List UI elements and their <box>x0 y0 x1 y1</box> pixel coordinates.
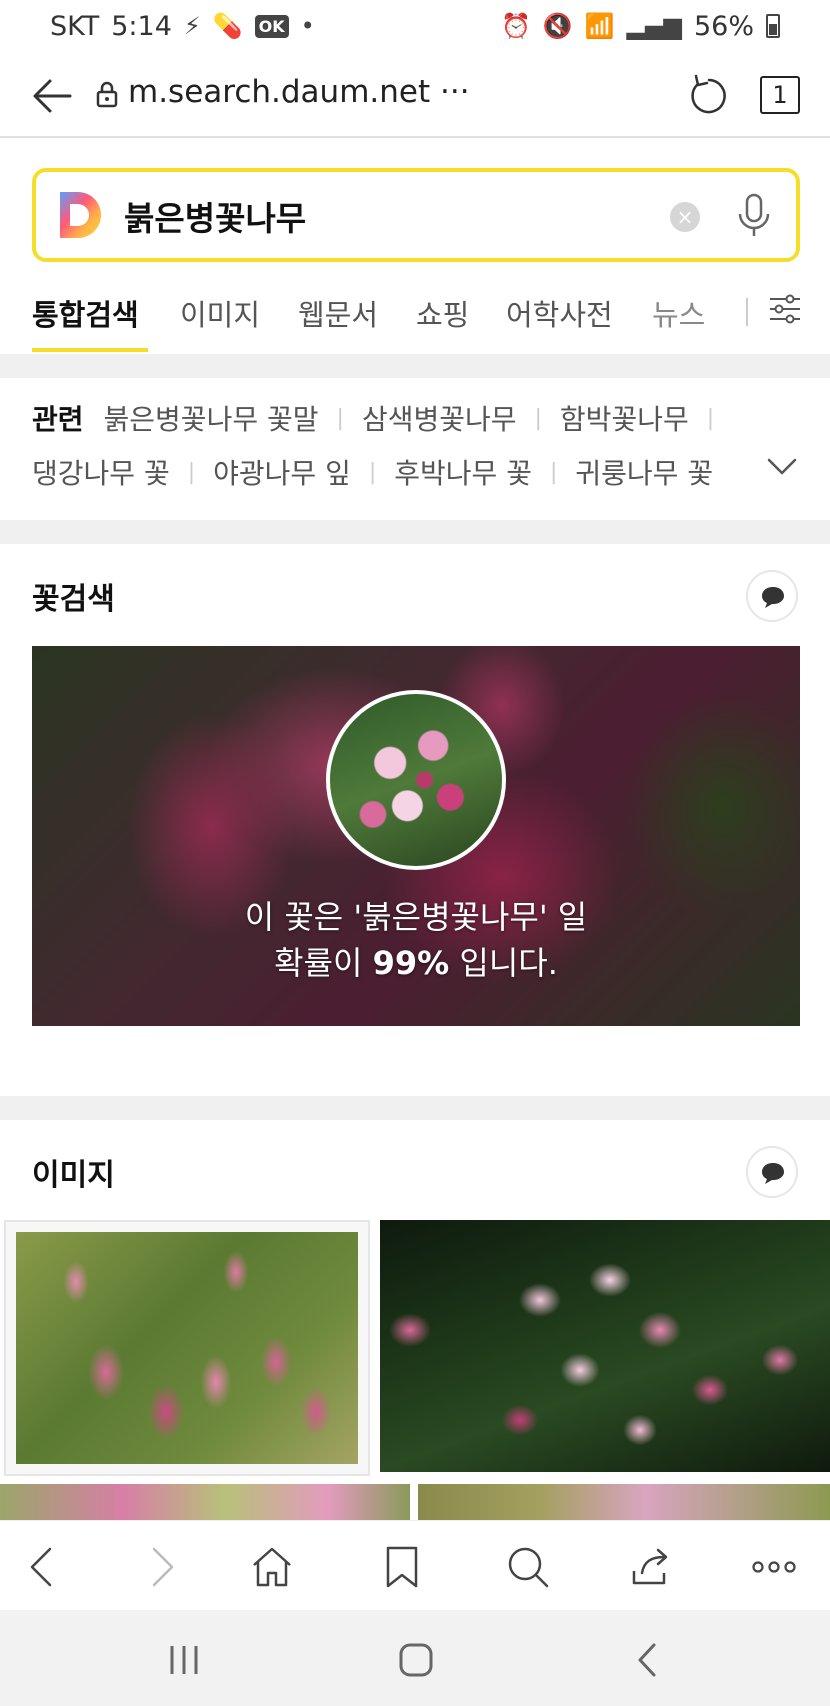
result-probability: 99% <box>372 944 450 982</box>
separator: | <box>336 405 344 431</box>
search-icon[interactable] <box>504 1543 552 1591</box>
result-suffix: 입니다. <box>449 944 558 982</box>
daum-logo-icon <box>60 192 101 238</box>
flower-result-line2: 확률이 99% 입니다. <box>32 938 800 984</box>
battery-percent: 56% <box>693 10 754 42</box>
alarm-icon: ⏰ <box>500 12 531 40</box>
lock-icon <box>96 81 118 108</box>
section-title: 이미지 <box>32 1158 115 1193</box>
related-link[interactable]: 귀룽나무 꽃 <box>575 452 713 492</box>
related-link[interactable]: 후박나무 꽃 <box>394 452 532 492</box>
home-button-icon[interactable] <box>396 1640 436 1680</box>
tab-count-button[interactable]: 1 <box>760 76 800 114</box>
feedback-button[interactable] <box>746 1146 798 1198</box>
section-title: 꽃검색 <box>32 582 115 617</box>
tab-all[interactable]: 통합검색 <box>32 292 139 334</box>
tab-dictionary[interactable]: 어학사전 <box>506 292 613 334</box>
bookmark-icon[interactable] <box>378 1543 426 1591</box>
clock: 5:14 <box>111 10 172 42</box>
related-row-1: 관련 붉은병꽃나무 꽃말 | 삼색병꽃나무 | 함박꽃나무 | <box>32 398 732 438</box>
separator: | <box>534 405 542 431</box>
related-link[interactable]: 야광나무 잎 <box>213 452 351 492</box>
mute-icon: 🔇 <box>542 12 573 40</box>
tab-web-docs[interactable]: 웹문서 <box>298 292 378 334</box>
recent-apps-icon[interactable] <box>164 1640 204 1680</box>
related-link[interactable]: 삼색병꽃나무 <box>362 398 517 438</box>
tab-shopping[interactable]: 쇼핑 <box>416 292 469 334</box>
related-link[interactable]: 붉은병꽃나무 꽃말 <box>104 398 319 438</box>
related-row-2: 댕강나무 꽃 | 야광나무 잎 | 후박나무 꽃 | 귀룽나무 꽃 <box>32 452 744 492</box>
speech-bubble-icon <box>762 1163 784 1184</box>
related-link[interactable]: 댕강나무 꽃 <box>32 452 170 492</box>
carrier-label: SKT <box>50 10 100 42</box>
reload-icon[interactable] <box>688 70 730 116</box>
flower-result-line1: 이 꽃은 '붉은병꽃나무' 일 <box>244 898 588 936</box>
ok-notification-icon: OK <box>254 14 289 38</box>
system-back-icon[interactable] <box>628 1640 668 1680</box>
related-link[interactable]: 함박꽃나무 <box>560 398 689 438</box>
image-result-thumbnail[interactable] <box>418 1484 830 1520</box>
signal-icon: ▂▄▆ <box>626 12 682 40</box>
search-box[interactable]: 붉은병꽃나무 × <box>32 168 800 262</box>
filter-settings-icon[interactable] <box>768 292 802 326</box>
tab-divider <box>746 298 748 326</box>
images-section: 이미지 <box>0 1120 830 1220</box>
related-searches: 관련 붉은병꽃나무 꽃말 | 삼색병꽃나무 | 함박꽃나무 | 댕강나무 꽃 |… <box>0 378 830 520</box>
bolt-notification-icon: ⚡ <box>183 12 201 40</box>
clear-search-button[interactable]: × <box>670 202 700 232</box>
flower-thumbnail <box>326 690 506 870</box>
result-prefix: 확률이 <box>274 944 373 982</box>
wifi-icon: 📶 <box>584 12 615 40</box>
pill-notification-icon: 💊 <box>212 12 243 40</box>
section-gap <box>0 354 830 378</box>
forward-icon[interactable] <box>136 1543 184 1591</box>
chevron-down-icon[interactable] <box>766 454 798 478</box>
browser-url-bar: m.search.daum.net ··· 1 <box>0 52 830 138</box>
dot-icon: • <box>300 12 315 40</box>
share-icon[interactable] <box>628 1543 676 1591</box>
battery-icon <box>766 14 780 38</box>
image-result-thumbnail[interactable] <box>0 1484 410 1520</box>
related-label: 관련 <box>32 403 84 436</box>
section-gap <box>0 520 830 544</box>
active-tab-indicator <box>32 348 148 352</box>
section-gap <box>0 1096 830 1120</box>
system-navigation-bar <box>0 1610 830 1706</box>
status-bar: SKT 5:14 ⚡ 💊 OK • ⏰ 🔇 📶 ▂▄▆ 56% <box>0 0 830 52</box>
separator: | <box>706 405 715 431</box>
home-icon[interactable] <box>248 1543 296 1591</box>
microphone-icon[interactable] <box>736 192 772 240</box>
image-result-thumbnail[interactable] <box>380 1220 830 1472</box>
speech-bubble-icon <box>762 587 784 608</box>
back-arrow-icon[interactable] <box>30 74 74 118</box>
search-input[interactable]: 붉은병꽃나무 <box>124 192 306 240</box>
separator: | <box>368 459 377 485</box>
more-options-icon[interactable] <box>750 1543 798 1591</box>
url-text[interactable]: m.search.daum.net ··· <box>128 74 470 110</box>
tab-news[interactable]: 뉴스 <box>652 292 705 334</box>
feedback-button[interactable] <box>746 570 798 622</box>
tab-images[interactable]: 이미지 <box>180 292 260 334</box>
browser-toolbar <box>0 1520 830 1610</box>
separator: | <box>187 459 196 485</box>
back-icon[interactable] <box>20 1543 68 1591</box>
flower-recognition-card[interactable]: 이 꽃은 '붉은병꽃나무' 일 확률이 99% 입니다. <box>32 646 800 1026</box>
search-tabs: 통합검색 이미지 웹문서 쇼핑 어학사전 뉴스 <box>0 280 830 354</box>
image-result-thumbnail[interactable] <box>4 1220 370 1476</box>
separator: | <box>549 459 558 485</box>
